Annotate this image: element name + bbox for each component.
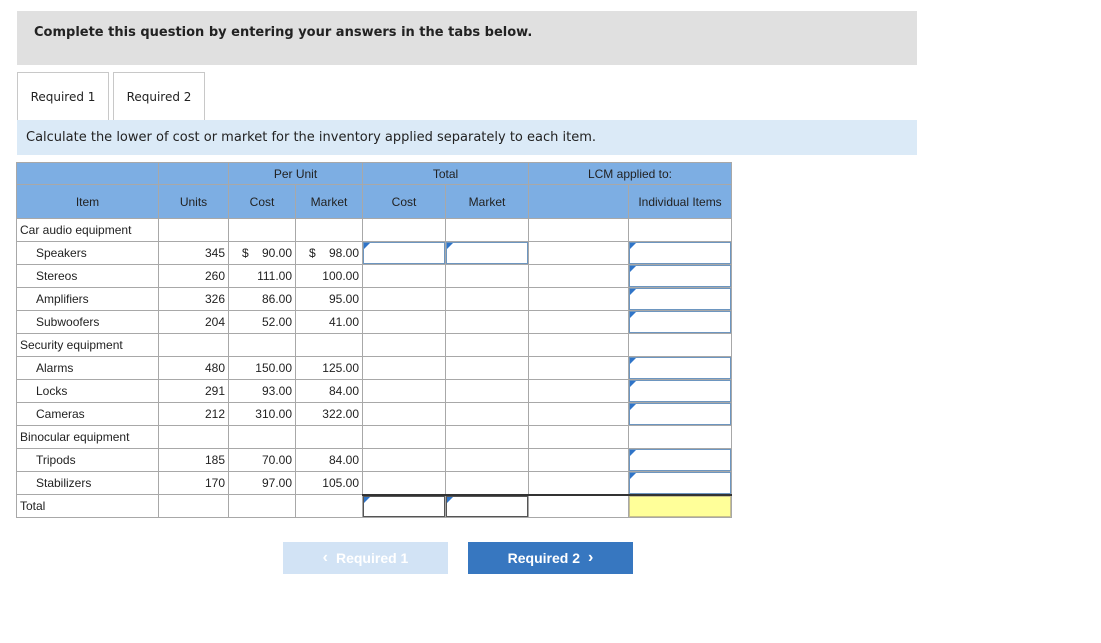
- lcm-header: LCM applied to:: [528, 162, 732, 185]
- cost-value: 93.00: [228, 379, 296, 403]
- lcm-input[interactable]: [629, 242, 731, 264]
- lcm-total-field: [629, 495, 731, 517]
- table-row: Amplifiers 326 86.00 95.00: [16, 287, 732, 311]
- market-col-header: Market: [295, 184, 363, 219]
- cost-value: 111.00: [228, 264, 296, 288]
- table-row: Subwoofers 204 52.00 41.00: [16, 310, 732, 334]
- cost-value: 150.00: [228, 356, 296, 380]
- item-name: Cameras: [16, 402, 159, 426]
- next-button[interactable]: Required 2 ›: [468, 542, 633, 574]
- lcm-input[interactable]: [629, 380, 731, 402]
- units-value: 260: [158, 264, 229, 288]
- units-value: 212: [158, 402, 229, 426]
- units-col-header: Units: [158, 184, 229, 219]
- chevron-right-icon: ›: [588, 549, 594, 566]
- lcm-table: Per Unit Total LCM applied to: Item Unit…: [16, 162, 732, 518]
- units-value: 291: [158, 379, 229, 403]
- cost-col-header: Cost: [228, 184, 296, 219]
- units-value: 326: [158, 287, 229, 311]
- total-header: Total: [362, 162, 529, 185]
- table-row: Stabilizers 170 97.00 105.00: [16, 471, 732, 495]
- item-name: Stabilizers: [16, 471, 159, 495]
- units-value: 204: [158, 310, 229, 334]
- item-name: Speakers: [16, 241, 159, 265]
- total-cost-sum-input[interactable]: [363, 495, 445, 517]
- cost-value: 70.00: [228, 448, 296, 472]
- table-row: Locks 291 93.00 84.00: [16, 379, 732, 403]
- chevron-left-icon: ‹: [322, 549, 328, 566]
- group-row: Binocular equipment: [16, 425, 732, 449]
- total-market-col-header: Market: [445, 184, 529, 219]
- item-name: Tripods: [16, 448, 159, 472]
- currency-symbol: $: [242, 246, 249, 260]
- total-cost-col-header: Cost: [362, 184, 446, 219]
- lcm-input[interactable]: [629, 472, 731, 494]
- group-label: Car audio equipment: [16, 218, 159, 242]
- market-value: 95.00: [295, 287, 363, 311]
- cost-value: 310.00: [228, 402, 296, 426]
- group-label: Binocular equipment: [16, 425, 159, 449]
- lcm-input[interactable]: [629, 265, 731, 287]
- individual-items-col-header: Individual Items: [628, 184, 732, 219]
- item-name: Locks: [16, 379, 159, 403]
- prev-button[interactable]: ‹ Required 1: [283, 542, 448, 574]
- table-row: Alarms 480 150.00 125.00: [16, 356, 732, 380]
- total-market-sum-input[interactable]: [446, 495, 528, 517]
- tab-required-1[interactable]: Required 1: [17, 72, 109, 120]
- instruction-banner: Complete this question by entering your …: [17, 11, 917, 65]
- item-name: Subwoofers: [16, 310, 159, 334]
- market-value: 322.00: [295, 402, 363, 426]
- market-value: 41.00: [295, 310, 363, 334]
- group-label: Security equipment: [16, 333, 159, 357]
- item-name: Stereos: [16, 264, 159, 288]
- tab-required-2[interactable]: Required 2: [113, 72, 205, 120]
- next-button-label: Required 2: [507, 550, 581, 566]
- prompt-text: Calculate the lower of cost or market fo…: [26, 130, 597, 145]
- table-row: Cameras 212 310.00 322.00: [16, 402, 732, 426]
- item-name: Alarms: [16, 356, 159, 380]
- market-value: 84.00: [295, 448, 363, 472]
- cost-value: 52.00: [228, 310, 296, 334]
- units-value: 480: [158, 356, 229, 380]
- units-value: 345: [158, 241, 229, 265]
- item-name: Amplifiers: [16, 287, 159, 311]
- market-value: 98.00: [328, 246, 359, 260]
- lcm-input[interactable]: [629, 403, 731, 425]
- market-value: 84.00: [295, 379, 363, 403]
- cost-value: 90.00: [261, 246, 292, 260]
- currency-symbol: $: [309, 246, 316, 260]
- question-prompt: Calculate the lower of cost or market fo…: [17, 120, 917, 155]
- prev-button-label: Required 1: [335, 550, 409, 566]
- cost-value: 86.00: [228, 287, 296, 311]
- units-value: 185: [158, 448, 229, 472]
- lcm-input[interactable]: [629, 311, 731, 333]
- item-col-header: Item: [16, 184, 159, 219]
- total-cost-input[interactable]: [363, 242, 445, 264]
- group-row: Security equipment: [16, 333, 732, 357]
- units-value: 170: [158, 471, 229, 495]
- total-label: Total: [16, 494, 159, 518]
- lcm-input[interactable]: [629, 288, 731, 310]
- total-market-input[interactable]: [446, 242, 528, 264]
- group-row: Car audio equipment: [16, 218, 732, 242]
- table-row: Speakers 345 $90.00 $98.00: [16, 241, 732, 265]
- lcm-input[interactable]: [629, 357, 731, 379]
- table-row: Stereos 260 111.00 100.00: [16, 264, 732, 288]
- market-value: 105.00: [295, 471, 363, 495]
- per-unit-header: Per Unit: [228, 162, 363, 185]
- lcm-input[interactable]: [629, 449, 731, 471]
- market-value: 100.00: [295, 264, 363, 288]
- instruction-text: Complete this question by entering your …: [34, 25, 533, 40]
- market-value: 125.00: [295, 356, 363, 380]
- table-row: Tripods 185 70.00 84.00: [16, 448, 732, 472]
- total-row: Total: [16, 493, 732, 518]
- cost-value: 97.00: [228, 471, 296, 495]
